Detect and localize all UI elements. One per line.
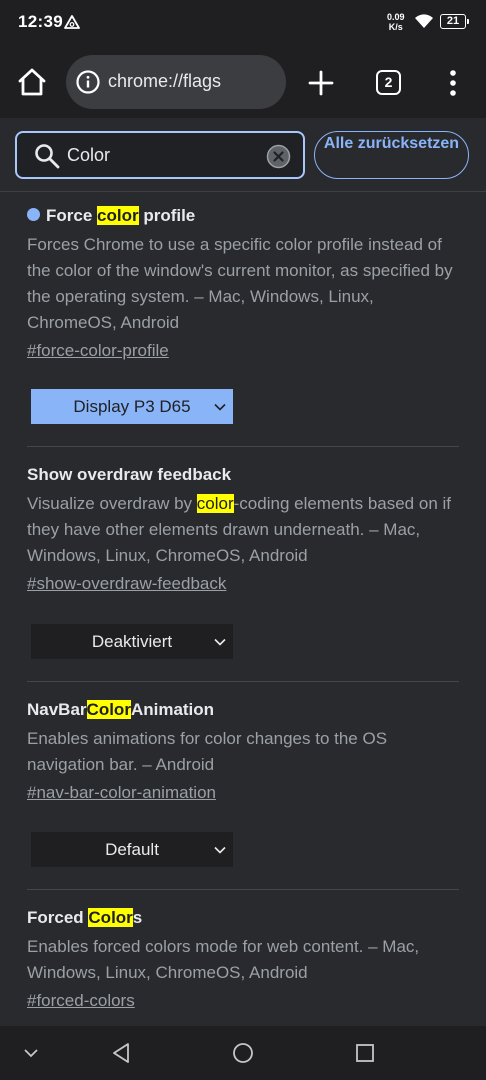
flag-select-value: Deaktiviert xyxy=(91,632,173,651)
clear-search-icon[interactable] xyxy=(266,144,291,169)
flag-description: Enables forced colors mode for web conte… xyxy=(27,937,420,982)
search-highlight: Color xyxy=(86,700,131,719)
flag-title: NavBarColorAnimation xyxy=(27,700,215,719)
flag-item-show-overdraw-feedback: Show overdraw feedback Visualize overdra… xyxy=(0,447,486,681)
battery-indicator: 21 xyxy=(440,14,469,29)
search-icon xyxy=(35,144,60,169)
network-speed: 0.09 K/s xyxy=(387,12,405,32)
url-text: chrome://flags xyxy=(108,71,222,91)
flag-select-dropdown[interactable]: Display P3 D65 xyxy=(31,389,233,424)
chevron-down-icon[interactable] xyxy=(23,1045,39,1061)
flag-description: Enables animations for color changes to … xyxy=(27,729,388,774)
flag-select-value: Display P3 D65 xyxy=(73,397,191,416)
flag-item-forced-colors: Forced Colors Enables forced colors mode… xyxy=(0,890,486,1026)
alert-triangle-icon xyxy=(64,15,80,29)
search-highlight: Color xyxy=(88,908,133,927)
search-input[interactable]: Color xyxy=(67,133,257,177)
status-time: 12:39 xyxy=(18,12,63,31)
flag-anchor-link[interactable]: #forced-colors xyxy=(27,991,135,1011)
browser-toolbar: chrome://flags 2 xyxy=(0,46,486,118)
search-highlight: color xyxy=(97,206,139,225)
chevron-down-icon xyxy=(214,638,226,646)
more-menu-icon[interactable] xyxy=(441,68,465,98)
wifi-icon xyxy=(415,14,433,28)
home-circle-icon[interactable] xyxy=(232,1042,254,1064)
flag-select-dropdown[interactable]: Default xyxy=(31,832,233,867)
flag-description: Visualize overdraw by color-coding eleme… xyxy=(27,494,451,565)
flag-item-force-color-profile: Force color profile Forces Chrome to use… xyxy=(0,192,486,446)
flag-title: Forced Colors xyxy=(27,908,143,927)
enabled-dot-icon xyxy=(27,208,40,221)
flag-select-value: Default xyxy=(105,840,159,859)
flag-select-dropdown[interactable]: Deaktiviert xyxy=(31,624,233,659)
new-tab-icon[interactable] xyxy=(306,68,336,98)
network-speed-value: 0.09 xyxy=(387,12,405,22)
omnibox[interactable]: chrome://flags xyxy=(66,55,286,109)
chevron-down-icon xyxy=(214,403,226,411)
network-speed-unit: K/s xyxy=(388,22,403,32)
search-box[interactable]: Color xyxy=(15,131,305,179)
flags-search-area: Color Alle zurücksetzen xyxy=(0,118,486,192)
flag-anchor-link[interactable]: #nav-bar-color-animation xyxy=(27,783,216,803)
system-navigation-bar xyxy=(0,1026,486,1080)
back-icon[interactable] xyxy=(110,1042,132,1064)
flag-item-nav-bar-color-animation: NavBarColorAnimation Enables animations … xyxy=(0,682,486,889)
chevron-down-icon xyxy=(214,846,226,854)
tab-switcher-button[interactable]: 2 xyxy=(376,70,401,95)
flag-anchor-link[interactable]: #force-color-profile xyxy=(27,341,169,361)
status-bar: 12:39 0.09 K/s 21 xyxy=(0,0,486,46)
search-highlight: color xyxy=(196,494,234,513)
reset-all-button[interactable]: Alle zurücksetzen xyxy=(314,131,469,179)
flag-anchor-link[interactable]: #show-overdraw-feedback xyxy=(27,574,226,594)
flag-title: Force color profile xyxy=(27,206,195,226)
flag-title: Show overdraw feedback xyxy=(27,465,232,484)
recents-icon[interactable] xyxy=(355,1043,375,1063)
home-icon[interactable] xyxy=(16,66,48,98)
site-info-icon[interactable] xyxy=(75,69,101,95)
flag-description: Forces Chrome to use a specific color pr… xyxy=(27,235,453,332)
